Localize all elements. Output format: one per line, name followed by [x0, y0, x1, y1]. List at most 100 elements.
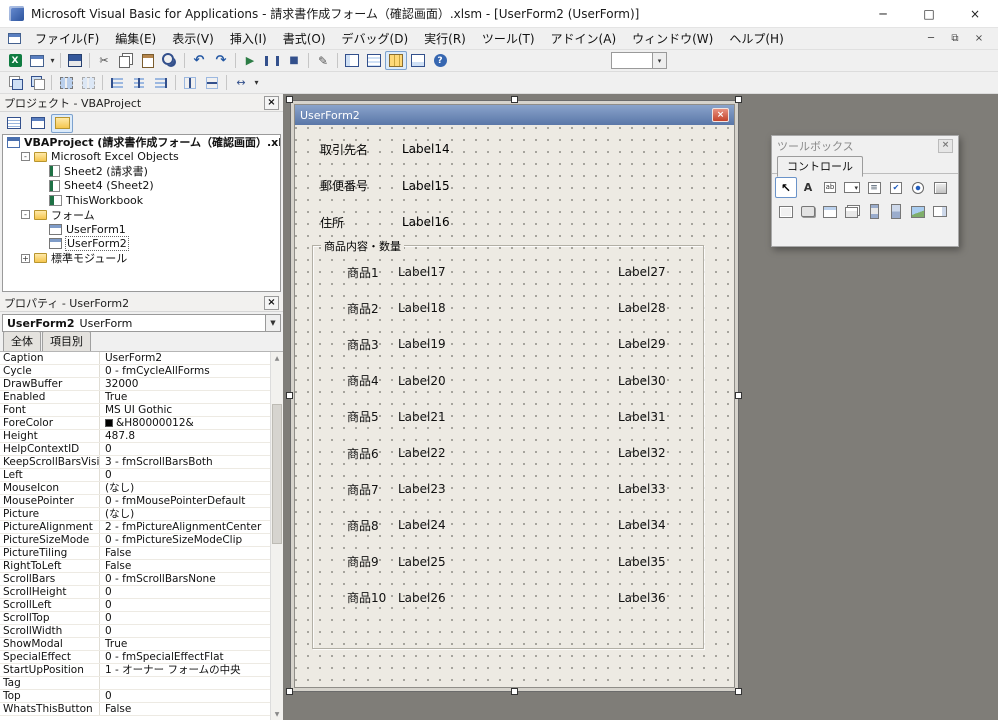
property-value[interactable]: 0 [100, 690, 270, 702]
property-row[interactable]: WhatsThisButton False [0, 703, 270, 716]
property-row[interactable]: Tag [0, 677, 270, 690]
reset-icon[interactable] [283, 51, 305, 70]
project-panel-close-icon[interactable]: × [264, 96, 279, 110]
object-selector-combobox[interactable]: UserForm2 UserForm ▼ [2, 314, 281, 332]
product-qty-label[interactable]: Label26 [398, 591, 618, 605]
undo-icon[interactable] [188, 51, 210, 70]
child-restore-button[interactable]: ⧉ [948, 33, 962, 44]
align-center-icon[interactable] [128, 73, 150, 92]
togglebutton-icon[interactable] [929, 177, 951, 198]
userform-titlebar[interactable]: UserForm2 × [295, 105, 734, 125]
paste-icon[interactable] [137, 51, 159, 70]
product-amt-label[interactable]: Label27 [618, 265, 666, 279]
properties-window-icon[interactable] [363, 51, 385, 70]
child-close-button[interactable]: × [972, 33, 986, 44]
combobox-icon[interactable] [841, 177, 863, 198]
property-value[interactable]: 0 - fmMousePointerDefault [100, 495, 270, 507]
form-caption-label[interactable]: 郵便番号 [320, 177, 402, 194]
property-row[interactable]: MousePointer 0 - fmMousePointerDefault [0, 495, 270, 508]
image-icon[interactable] [907, 201, 929, 222]
tree-item-vbaproject[interactable]: VBAProject (請求書作成フォーム（確認画面）.xls [3, 135, 280, 150]
cut-icon[interactable] [93, 51, 115, 70]
product-amt-label[interactable]: Label31 [618, 410, 666, 424]
menu-item[interactable]: ヘルプ(H) [721, 28, 791, 49]
form-value-label[interactable]: Label15 [402, 179, 450, 193]
project-explorer-icon[interactable] [341, 51, 363, 70]
property-value[interactable]: 0 [100, 599, 270, 611]
property-value[interactable]: 0 [100, 469, 270, 481]
label-icon[interactable] [797, 177, 819, 198]
property-row[interactable]: ScrollHeight 0 [0, 586, 270, 599]
copy-icon[interactable] [115, 51, 137, 70]
property-row[interactable]: HelpContextID 0 [0, 443, 270, 456]
product-caption-label[interactable]: 商品7 [347, 481, 398, 498]
resize-handle-w[interactable] [286, 392, 293, 399]
object-browser-icon[interactable] [407, 51, 429, 70]
property-row[interactable]: Enabled True [0, 391, 270, 404]
menu-item[interactable]: アドイン(A) [543, 28, 625, 49]
menu-item[interactable]: ウィンドウ(W) [624, 28, 721, 49]
property-value[interactable]: 0 - fmCycleAllForms [100, 365, 270, 377]
product-caption-label[interactable]: 商品2 [347, 300, 398, 317]
property-row[interactable]: ScrollTop 0 [0, 612, 270, 625]
tree-item-excel-objects[interactable]: - Microsoft Excel Objects [3, 150, 280, 165]
group-icon[interactable] [55, 73, 77, 92]
toolbox-tab-controls[interactable]: コントロール [777, 156, 863, 177]
product-caption-label[interactable]: 商品3 [347, 336, 398, 353]
property-row[interactable]: MouseIcon (なし) [0, 482, 270, 495]
property-value[interactable]: 2 - fmPictureAlignmentCenter [100, 521, 270, 533]
center-horizontally-icon[interactable] [179, 73, 201, 92]
product-qty-label[interactable]: Label23 [398, 482, 618, 496]
property-value[interactable]: 32000 [100, 378, 270, 390]
send-to-back-icon[interactable] [26, 73, 48, 92]
property-value[interactable]: UserForm2 [100, 352, 270, 364]
property-value[interactable]: 0 [100, 612, 270, 624]
properties-panel-close-icon[interactable]: × [264, 296, 279, 310]
product-qty-label[interactable]: Label18 [398, 301, 618, 315]
property-value[interactable]: 0 [100, 625, 270, 637]
optionbutton-icon[interactable] [907, 177, 929, 198]
product-caption-label[interactable]: 商品8 [347, 517, 398, 534]
userform-design-surface[interactable]: 取引先名 Label14 郵便番号 Label15 住所 Label [295, 125, 734, 687]
close-button[interactable]: × [952, 0, 998, 27]
property-row[interactable]: ScrollBars 0 - fmScrollBarsNone [0, 573, 270, 586]
tree-item-modules-folder[interactable]: + 標準モジュール [3, 251, 280, 266]
toolbox-close-icon[interactable]: × [938, 139, 953, 153]
property-value[interactable]: False [100, 703, 270, 715]
maximize-button[interactable]: □ [906, 0, 952, 27]
tree-item-forms-folder[interactable]: - フォーム [3, 208, 280, 223]
menu-item[interactable]: 編集(E) [107, 28, 164, 49]
menu-item[interactable]: ファイル(F) [27, 28, 107, 49]
property-row[interactable]: Cycle 0 - fmCycleAllForms [0, 365, 270, 378]
property-row[interactable]: ScrollLeft 0 [0, 599, 270, 612]
property-value[interactable]: 0 - fmPictureSizeModeClip [100, 534, 270, 546]
property-row[interactable]: ShowModal True [0, 638, 270, 651]
tree-item-thisworkbook[interactable]: ThisWorkbook [3, 193, 280, 208]
view-object-icon[interactable] [27, 114, 49, 133]
child-minimize-button[interactable]: ─ [924, 33, 938, 44]
property-value[interactable]: 1 - オーナー フォームの中央 [100, 664, 270, 676]
resize-handle-n[interactable] [511, 96, 518, 103]
product-qty-label[interactable]: Label25 [398, 555, 618, 569]
property-row[interactable]: StartUpPosition 1 - オーナー フォームの中央 [0, 664, 270, 677]
save-icon[interactable] [64, 51, 86, 70]
make-same-width-icon[interactable] [230, 73, 252, 92]
caret-icon[interactable] [252, 73, 261, 92]
property-value[interactable]: True [100, 638, 270, 650]
form-value-label[interactable]: Label14 [402, 142, 450, 156]
property-row[interactable]: ForeColor &H80000012& [0, 417, 270, 430]
toolbox-titlebar[interactable]: ツールボックス × [772, 136, 958, 155]
property-row[interactable]: Left 0 [0, 469, 270, 482]
expand-icon[interactable]: + [21, 254, 30, 263]
property-value[interactable]: 0 [100, 586, 270, 598]
property-value[interactable]: True [100, 391, 270, 403]
property-value[interactable]: MS UI Gothic [100, 404, 270, 416]
commandbutton-icon[interactable] [797, 201, 819, 222]
product-qty-label[interactable]: Label22 [398, 446, 618, 460]
menu-item[interactable]: 挿入(I) [222, 28, 275, 49]
property-row[interactable]: DrawBuffer 32000 [0, 378, 270, 391]
products-frame[interactable]: 商品内容・数量 商品1 Label17 Label27 [312, 245, 704, 649]
break-icon[interactable] [261, 51, 283, 70]
redo-icon[interactable] [210, 51, 232, 70]
scrollbar-icon[interactable] [863, 201, 885, 222]
